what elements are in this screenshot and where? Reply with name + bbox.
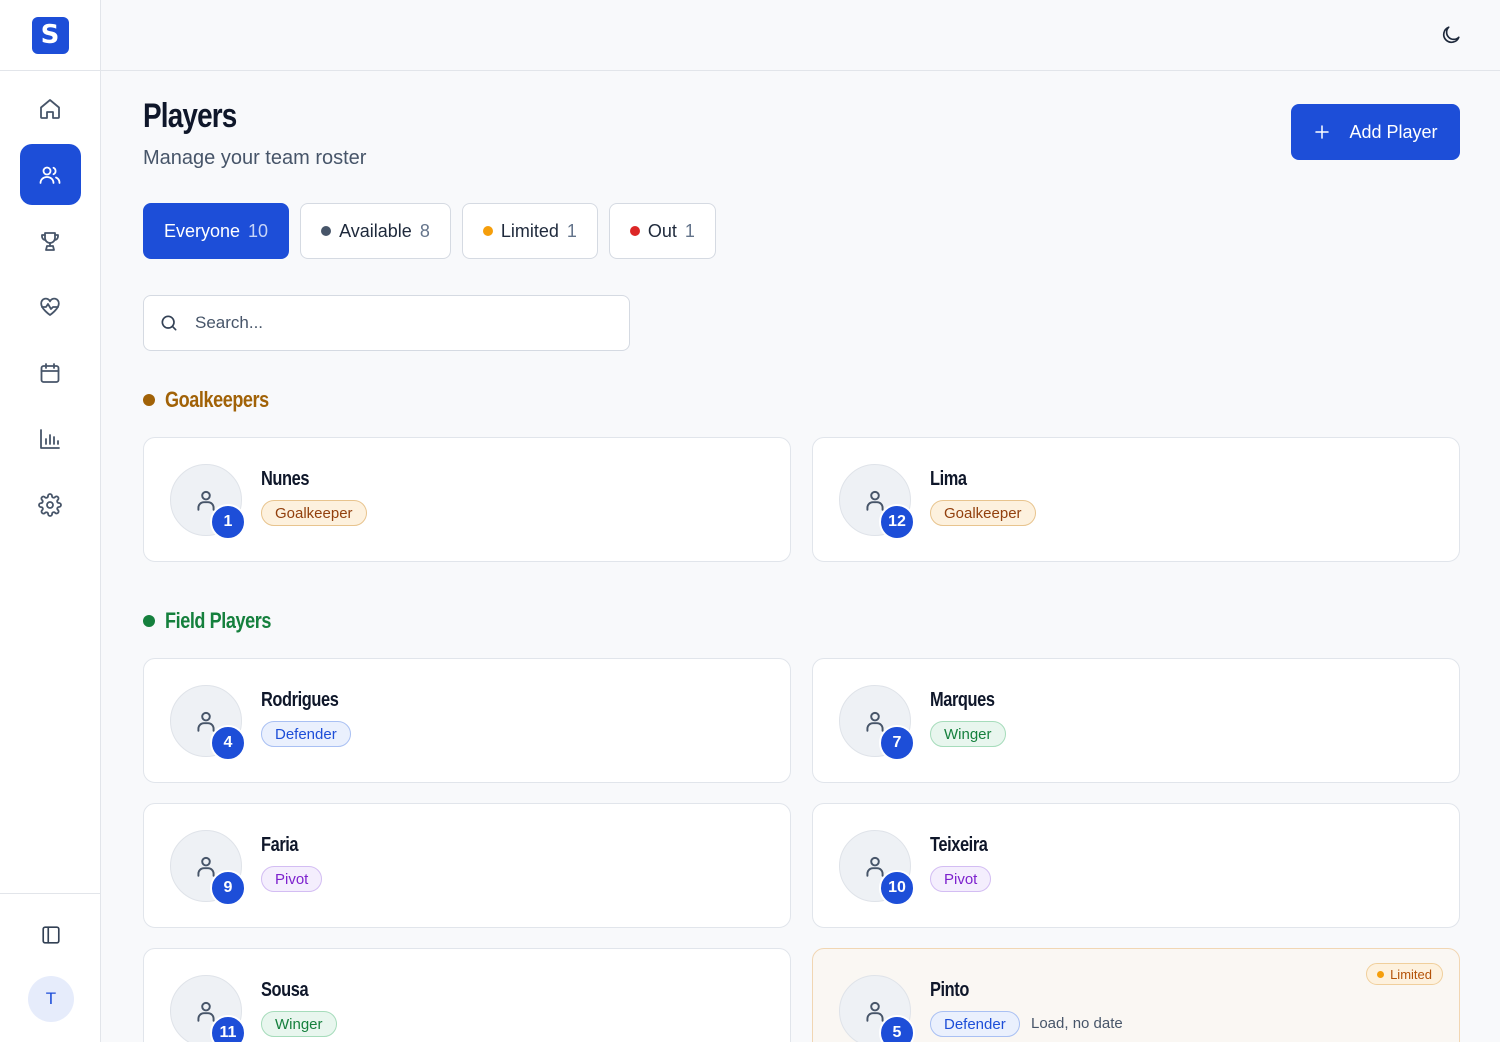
position-badge: Winger	[261, 1011, 337, 1037]
filter-label: Everyone	[164, 220, 241, 241]
status-badge: Limited	[1366, 963, 1443, 985]
sidebar-panel-icon	[42, 926, 60, 944]
player-name: Rodrigues	[261, 689, 339, 711]
position-badge: Pivot	[261, 866, 323, 892]
search-box	[143, 295, 630, 351]
jersey-number: 1	[210, 504, 246, 540]
page-subtitle: Manage your team roster	[143, 147, 367, 169]
sidebar-item-health[interactable]	[20, 276, 81, 337]
add-player-button[interactable]: Add Player	[1291, 104, 1460, 160]
search-input[interactable]	[195, 313, 595, 333]
position-badge: Winger	[930, 721, 1006, 747]
logo-area: S	[0, 0, 100, 71]
filter-count: 1	[566, 220, 577, 241]
section-title: Field Players	[165, 608, 271, 633]
filter-label: Available	[339, 220, 412, 241]
player-name: Sousa	[261, 979, 309, 1001]
gear-icon	[38, 492, 62, 517]
collapse-sidebar-button[interactable]	[38, 922, 64, 948]
player-name: Lima	[930, 468, 967, 490]
filter-count: 8	[419, 220, 430, 241]
calendar-icon	[40, 362, 60, 383]
player-name: Nunes	[261, 468, 310, 490]
users-icon	[39, 166, 61, 184]
sidebar: S T	[0, 0, 101, 1042]
player-card-nunes[interactable]: 1 Nunes Goalkeeper	[143, 437, 791, 562]
status-dot	[629, 226, 640, 236]
player-card-marques[interactable]: 7 Marques Winger	[812, 658, 1460, 783]
jersey-number: 4	[210, 725, 246, 761]
sidebar-item-players[interactable]	[19, 144, 81, 205]
player-name: Teixeira	[930, 834, 988, 856]
status-dot	[321, 226, 332, 236]
filter-available[interactable]: Available 8	[300, 203, 451, 259]
section-goalkeepers: Goalkeepers	[143, 387, 292, 413]
heart-pulse-icon	[40, 297, 60, 316]
filter-out[interactable]: Out 1	[608, 203, 716, 259]
player-card-sousa[interactable]: 11 Sousa Winger	[143, 948, 791, 1042]
topbar	[101, 0, 1500, 71]
position-badge: Goalkeeper	[261, 500, 367, 526]
filter-label: Limited	[500, 220, 559, 241]
sidebar-nav	[0, 78, 100, 540]
user-avatar[interactable]: T	[28, 976, 74, 1022]
app-logo[interactable]: S	[31, 16, 69, 54]
filter-label: Out	[647, 220, 677, 241]
player-card-faria[interactable]: 9 Faria Pivot	[143, 803, 791, 928]
player-card-pinto[interactable]: Limited 5 Pinto Defender Load, no date	[812, 948, 1460, 1042]
jersey-number: 10	[879, 870, 915, 906]
sidebar-footer: T	[0, 893, 100, 1042]
plus-icon	[1315, 125, 1330, 139]
player-name: Pinto	[930, 979, 969, 1001]
theme-toggle-button[interactable]	[1438, 22, 1464, 48]
trophy-icon	[41, 231, 59, 251]
section-dot	[143, 615, 155, 627]
filter-everyone[interactable]: Everyone 10	[143, 203, 290, 259]
player-card-lima[interactable]: 12 Lima Goalkeeper	[812, 437, 1460, 562]
section-dot	[143, 394, 155, 406]
player-name: Marques	[930, 689, 995, 711]
position-badge: Pivot	[930, 866, 992, 892]
section-title: Goalkeepers	[165, 387, 269, 412]
player-card-rodrigues[interactable]: 4 Rodrigues Defender	[143, 658, 791, 783]
jersey-number: 9	[210, 870, 246, 906]
sidebar-item-calendar[interactable]	[20, 342, 81, 403]
home-icon	[40, 98, 60, 119]
filter-count: 1	[684, 220, 695, 241]
moon-icon	[1442, 26, 1460, 44]
jersey-number: 12	[879, 504, 915, 540]
section-field-players: Field Players	[143, 608, 294, 634]
player-card-teixeira[interactable]: 10 Teixeira Pivot	[812, 803, 1460, 928]
position-badge: Defender	[930, 1011, 1020, 1037]
position-badge: Goalkeeper	[930, 500, 1036, 526]
add-player-label: Add Player	[1349, 121, 1438, 142]
position-badge: Defender	[261, 721, 351, 747]
filter-count: 10	[248, 220, 269, 241]
jersey-number: 7	[879, 725, 915, 761]
search-icon	[161, 315, 177, 331]
status-note: Load, no date	[1031, 1015, 1123, 1032]
sidebar-item-settings[interactable]	[20, 474, 81, 535]
status-dot	[1377, 970, 1385, 978]
status-dot	[482, 226, 493, 236]
sidebar-item-home[interactable]	[20, 78, 81, 139]
sidebar-item-competitions[interactable]	[20, 210, 81, 271]
page-title: Players	[143, 97, 237, 135]
status-filters: Everyone 10 Available 8 Limited 1 Out 1	[143, 203, 716, 259]
player-name: Faria	[261, 834, 299, 856]
status-label: Limited	[1390, 966, 1432, 982]
bar-chart-icon	[40, 428, 60, 449]
filter-limited[interactable]: Limited 1	[461, 203, 598, 259]
sidebar-item-stats[interactable]	[20, 408, 81, 469]
